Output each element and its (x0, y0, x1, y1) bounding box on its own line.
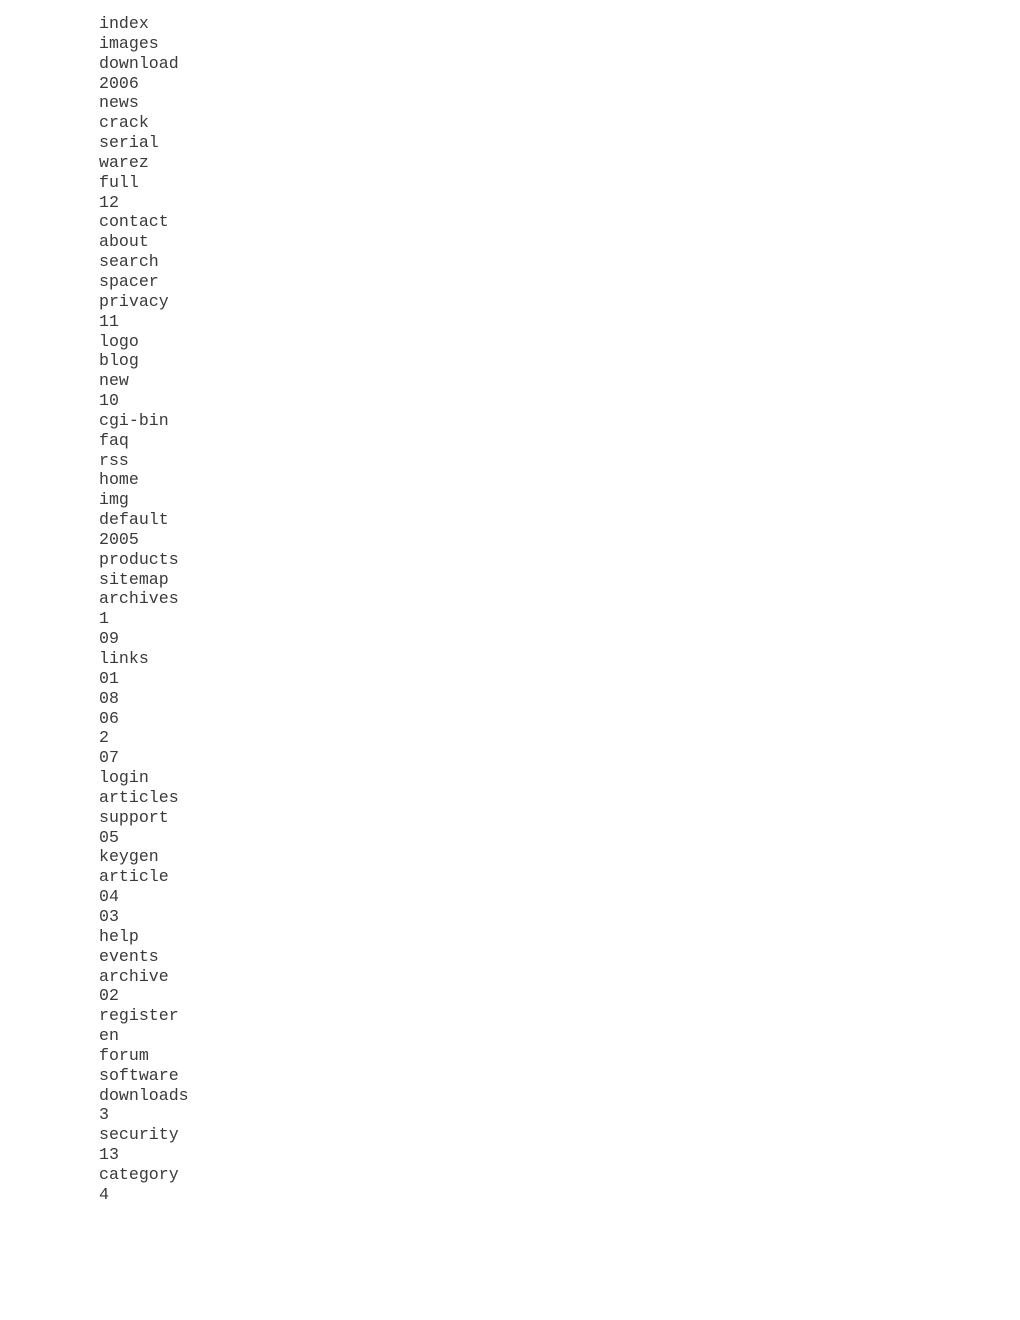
word-list-item: default (99, 510, 169, 530)
word-list-item: 2006 (99, 73, 139, 93)
word-list-item: keygen (99, 847, 159, 867)
word-list-item: 08 (99, 688, 119, 708)
word-list-item: en (99, 1026, 119, 1046)
word-list-item: images (99, 33, 159, 53)
word-list-item: about (99, 232, 149, 252)
word-list-item: 2005 (99, 529, 139, 549)
word-list-item: archives (99, 589, 179, 609)
word-list-item: register (99, 1006, 179, 1026)
word-list-item: help (99, 926, 139, 946)
word-list-item: 03 (99, 906, 119, 926)
word-list-item: 07 (99, 748, 119, 768)
word-list-item: security (99, 1125, 179, 1145)
word-list-item: rss (99, 450, 129, 470)
word-list-item: new (99, 371, 129, 391)
word-list-item: 2 (99, 728, 109, 748)
word-list-item: category (99, 1164, 179, 1184)
word-list-item: forum (99, 1045, 149, 1065)
word-list-item: 04 (99, 887, 119, 907)
word-list-item: 1 (99, 609, 109, 629)
word-list-item: home (99, 470, 139, 490)
word-list-item: cgi-bin (99, 410, 169, 430)
word-list-item: full (99, 172, 139, 192)
word-list-item: 13 (99, 1145, 119, 1165)
word-list-item: search (99, 252, 159, 272)
word-list: index images download 2006 news crack serial wa… (99, 14, 189, 1205)
word-list-item: 09 (99, 629, 119, 649)
word-list-item: downloads (99, 1085, 189, 1105)
word-list-item: spacer (99, 271, 159, 291)
word-list-item: products (99, 549, 179, 569)
word-list-item: 02 (99, 986, 119, 1006)
word-list-item: 12 (99, 192, 119, 212)
word-list-item: archive (99, 966, 169, 986)
word-list-item: links (99, 649, 149, 668)
word-list-item: support (99, 807, 169, 827)
word-list-item: events (99, 946, 159, 966)
word-list-item: blog (99, 351, 139, 371)
word-list-item: 11 (99, 311, 119, 331)
word-list-item: crack (99, 113, 149, 133)
word-list-item: sitemap (99, 569, 169, 589)
word-list-item: warez (99, 152, 149, 172)
word-list-item: article (99, 867, 169, 887)
word-list-item: 01 (99, 668, 119, 688)
word-list-item: 3 (99, 1105, 109, 1125)
word-list-item: logo (99, 331, 139, 351)
word-list-item: software (99, 1065, 179, 1085)
word-list-item: index (99, 14, 149, 33)
word-list-item: download (99, 53, 179, 73)
word-list-item: 4 (99, 1184, 109, 1204)
word-list-item: login (99, 768, 149, 788)
word-list-item: articles (99, 787, 179, 807)
word-list-item: serial (99, 133, 159, 153)
word-list-item: news (99, 93, 139, 113)
word-list-item: faq (99, 430, 129, 450)
word-list-item: privacy (99, 291, 169, 311)
word-list-item: 10 (99, 391, 119, 411)
word-list-item: 05 (99, 827, 119, 847)
word-list-item: img (99, 490, 129, 510)
document-page: index images download 2006 news crack serial wa… (0, 0, 1020, 1320)
word-list-item: contact (99, 212, 169, 232)
word-list-item: 06 (99, 708, 119, 728)
